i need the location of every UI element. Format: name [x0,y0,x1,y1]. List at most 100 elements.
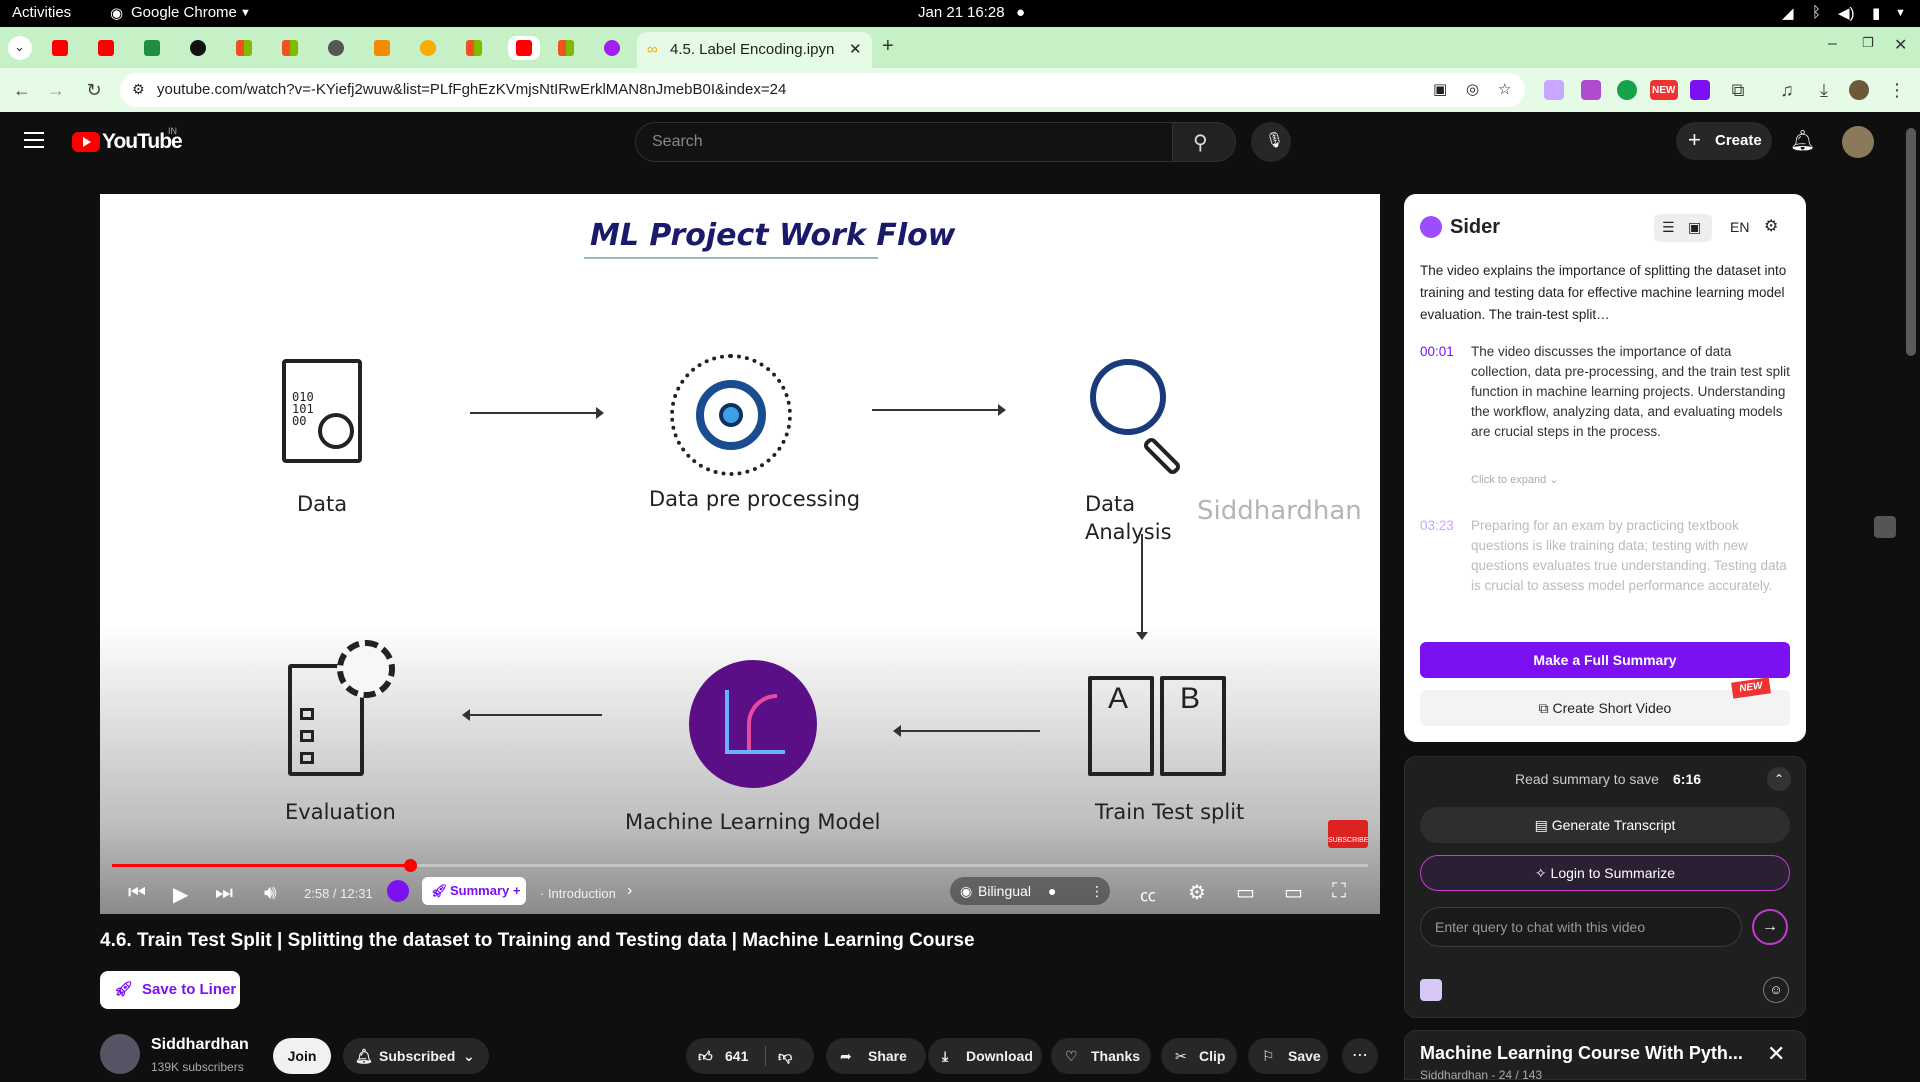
login-to-summarize-button[interactable]: ✧ Login to Summarize [1420,855,1790,891]
clip-button[interactable]: ✂ Clip [1161,1038,1237,1074]
playlist-title[interactable]: Machine Learning Course With Pyth... [1420,1043,1743,1064]
subscribed-button[interactable]: 🔔︎ Subscribed ⌄ [343,1038,489,1074]
minimize-icon[interactable]: – [1828,35,1837,53]
timestamp-link[interactable]: 03:23 [1420,518,1454,533]
channel-name[interactable]: Siddhardhan [151,1036,249,1054]
new-tab-icon[interactable]: + [882,35,894,58]
list-view-icon[interactable]: ☰ [1662,219,1675,236]
sider-settings-icon[interactable]: ⚙ [1764,216,1778,236]
download-icon[interactable]: ⤓ [1812,78,1836,102]
tab-youtube-1[interactable] [48,36,72,60]
tab-search-button[interactable]: ⌄ [8,36,32,60]
reload-icon[interactable]: ↻ [82,78,106,102]
make-full-summary-button[interactable]: Make a Full Summary [1420,642,1790,678]
search-input[interactable]: Search [635,122,1173,162]
channel-avatar[interactable] [100,1034,140,1074]
account-avatar[interactable] [1842,126,1874,158]
bookmark-star-icon[interactable]: ☆ [1498,80,1511,98]
tab-youtube-2[interactable] [94,36,118,60]
clock-time[interactable]: 16:28 [967,4,1005,21]
notifications-bell-icon[interactable]: 🔔︎ [1790,128,1815,153]
extension-1-icon[interactable] [1544,80,1564,100]
close-playlist-icon[interactable]: ✕ [1767,1041,1785,1067]
fullscreen-icon[interactable]: ⛶ [1332,880,1346,903]
search-button[interactable]: ⚲ [1172,122,1236,162]
next-icon[interactable]: ⏭︎ [215,882,233,905]
bluetooth-icon[interactable]: ᛒ [1812,4,1821,21]
tab-openai[interactable] [186,36,210,60]
subscribe-badge[interactable]: SUBSCRIBE [1328,820,1368,848]
user-profile-icon[interactable]: ☺ [1763,977,1789,1003]
timestamp-link[interactable]: 00:01 [1420,344,1454,359]
sider-floating-icon[interactable] [1874,516,1896,538]
more-actions-button[interactable]: ⋯ [1342,1038,1378,1074]
progress-bar[interactable] [112,864,1368,867]
like-count[interactable]: 641 [725,1038,748,1074]
extension-pen-icon[interactable] [1581,80,1601,100]
back-icon[interactable]: ← [10,78,34,102]
progress-scrubber[interactable] [403,859,417,872]
join-button[interactable]: Join [273,1038,331,1074]
like-icon[interactable]: 👍︎ [698,1038,713,1074]
youtube-logo-icon[interactable] [72,132,100,152]
thanks-button[interactable]: ♡ Thanks [1051,1038,1151,1074]
click-to-expand[interactable]: Click to expand ⌄ [1471,473,1558,486]
url-text[interactable]: youtube.com/watch?v=-KYiefj2wuw&list=PLf… [157,81,786,98]
bilingual-toggle[interactable]: ◉ Bilingual ● ⋮ [950,877,1110,905]
captions-icon[interactable]: ㏄ [1140,882,1156,906]
voice-search-button[interactable]: 🎙︎ [1251,122,1291,162]
tab-sheets[interactable] [140,36,164,60]
dislike-icon[interactable]: 👎︎ [778,1038,792,1074]
tab-purple[interactable] [600,36,624,60]
maximize-icon[interactable]: ❐ [1862,35,1874,51]
more-vert-icon[interactable]: ⋮ [1090,877,1104,905]
forward-icon[interactable]: → [44,78,68,102]
tab-microsoft-1[interactable] [232,36,256,60]
volume-icon[interactable]: ◀) [1838,4,1855,22]
create-button[interactable]: + Create [1676,122,1772,160]
previous-icon[interactable]: ⏮︎ [128,882,146,905]
page-scrollbar[interactable] [1906,128,1916,356]
close-tab-icon[interactable]: ✕ [849,40,862,58]
extension-grammarly-icon[interactable] [1617,80,1637,100]
tab-github[interactable] [324,36,348,60]
clock-date[interactable]: Jan 21 [918,4,963,21]
view-toggle[interactable]: ☰ ▣ [1654,214,1712,242]
app-menu[interactable]: Google Chrome [131,4,237,21]
miniplayer-icon[interactable]: ▭ [1236,880,1255,905]
send-arrow-icon[interactable]: → [1752,909,1788,945]
summary-button[interactable]: 🚀︎ Summary + [422,877,526,905]
save-button[interactable]: ⚐ Save [1248,1038,1328,1074]
extensions-puzzle-icon[interactable]: ⧉ [1726,78,1750,102]
eye-off-icon[interactable]: ◎ [1466,80,1479,98]
location-pin-icon[interactable] [387,880,409,902]
share-button[interactable]: ➦ Share [826,1038,926,1074]
collapse-chevron-icon[interactable]: ⌃ [1767,767,1791,791]
volume-icon[interactable]: 🔊︎ [264,882,277,905]
battery-icon[interactable]: ▮ [1872,4,1880,22]
extension-liner-icon[interactable] [1690,80,1710,100]
tab-label-encoding[interactable]: ∞ 4.5. Label Encoding.ipyn ✕ [637,32,872,68]
tab-microsoft-2[interactable] [278,36,302,60]
tab-orange[interactable] [370,36,394,60]
chat-query-input[interactable]: Enter query to chat with this video [1420,907,1742,947]
chapter-label[interactable]: · Introduction [540,886,616,901]
wifi-icon[interactable]: ◢ [1782,4,1794,22]
system-menu-icon[interactable]: ▼ [1895,7,1906,19]
save-to-liner-button[interactable]: 🚀︎ Save to Liner [100,971,240,1009]
video-player[interactable]: ML Project Work Flow 010 101 00 Data Data … [100,194,1380,914]
play-icon[interactable]: ▶ [173,882,188,907]
media-controls-icon[interactable]: ♫ [1775,78,1799,102]
window-close-icon[interactable]: ✕ [1894,35,1907,55]
tab-microsoft-4[interactable] [554,36,578,60]
profile-avatar[interactable] [1849,80,1869,100]
settings-gear-icon[interactable]: ⚙ [1188,880,1206,905]
tab-colab[interactable] [416,36,440,60]
extension-new-icon[interactable]: NEW [1650,80,1678,100]
address-bar[interactable]: ⚙ youtube.com/watch?v=-KYiefj2wuw&list=P… [120,73,1525,107]
tab-youtube-current[interactable] [508,36,540,60]
menu-icon[interactable] [24,132,44,148]
transcript-view-icon[interactable]: ▣ [1688,219,1701,236]
activities-button[interactable]: Activities [12,4,71,21]
download-button[interactable]: ⤓ Download [928,1038,1042,1074]
